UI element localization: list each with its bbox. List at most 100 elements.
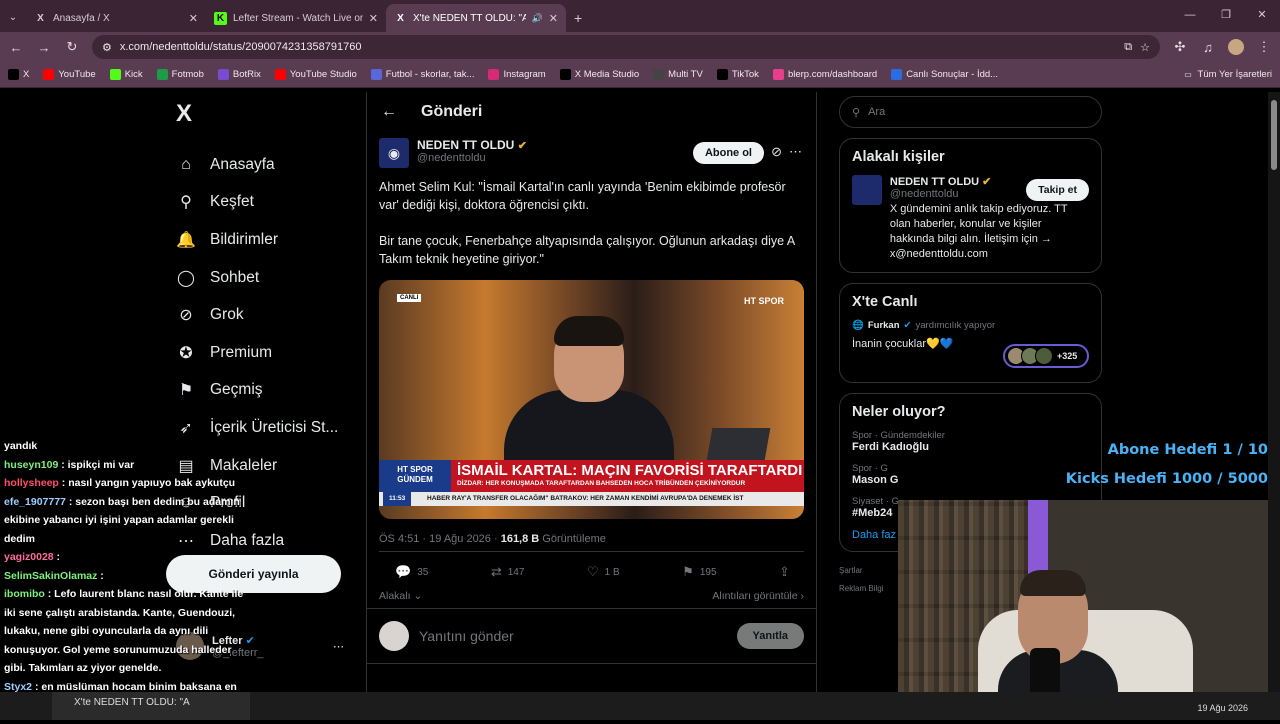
bookmark-item[interactable]: YouTube [43,69,96,80]
post-timestamp[interactable]: ÖS 4:51 · 19 Ağu 2026 · [379,533,501,545]
bookmark-item[interactable]: TikTok [716,69,759,80]
search-input[interactable]: ⚲ Ara [839,96,1102,128]
reply-button[interactable]: Yanıtla [736,623,804,649]
author-avatar[interactable]: ◉ [379,138,409,168]
kicks-goal: Kicks Hedefi 1000 / 5000 [1065,471,1268,487]
taskbar-window[interactable]: X'te NEDEN TT OLDU: "A [52,692,250,720]
chevron-down-icon: ⌄ [413,590,423,602]
bookmark-item[interactable]: Multi TV [653,69,703,80]
post-video[interactable]: CANLI HT SPOR HT SPOR GÜNDEM İSMAİL KART… [379,280,804,519]
share-action[interactable]: ⇪ [779,564,790,580]
bookmark-item[interactable]: Fotmob [156,69,204,80]
bookmark-item[interactable]: Instagram [488,69,546,80]
bookmark-item[interactable]: Canlı Sonuçlar - İdd... [891,69,998,80]
reply-input[interactable]: Yanıtını gönder [419,628,727,644]
minimize-icon[interactable]: — [1172,0,1208,32]
tab-list-dropdown[interactable]: ⌄ [0,4,26,32]
site-info-icon[interactable]: ⚙ [102,41,112,54]
trend-item[interactable]: Spor · Gündemdekiler Ferdi Kadıoğlu [852,430,1089,453]
browser-toolbar: ← → ↻ ⚙ x.com/nedenttoldu/status/2090074… [0,32,1280,62]
reply-action[interactable]: 💬 35 [395,564,428,580]
sidebar-item[interactable]: ⊘ Grok [170,296,360,334]
repost-icon: ⇄ [490,564,502,579]
user-avatar [379,621,409,651]
bookmark-item[interactable]: Kick [109,69,143,80]
extensions-icon[interactable]: ✣ [1172,39,1188,55]
sidebar-item-label: Premium [210,343,273,361]
post-actions: 💬 35 ⇄ 147 ♡ 1 B ⚑ 195 ⇪ [379,551,804,584]
install-icon[interactable]: ⧉ [1124,41,1132,54]
heart-icon: ♡ [586,564,599,579]
bookmark-action[interactable]: ⚑ 195 [682,564,716,580]
listener-avatar [1035,347,1053,365]
globe-icon: 🌐 [852,320,864,331]
bookmark-count: 195 [699,566,717,578]
sidebar-item[interactable]: ◯ Sohbet [170,259,360,297]
chat-text: : [97,569,104,582]
view-count: 161,8 B [500,533,540,545]
subscribe-button[interactable]: Abone ol [692,142,764,164]
scrollbar-thumb[interactable] [1271,100,1277,170]
author-handle[interactable]: @nedenttoldu [417,152,527,164]
reply-icon: 💬 [395,564,412,579]
sidebar-item[interactable]: ✪ Premium [170,334,360,372]
tab-close-icon[interactable]: ✕ [549,12,558,25]
person-name: NEDEN TT OLDU [889,176,980,188]
account-more-icon[interactable]: ⋯ [333,640,344,653]
tab-close-icon[interactable]: ✕ [369,12,378,25]
star-icon[interactable]: ☆ [1140,41,1150,54]
tab-close-icon[interactable]: ✕ [189,12,198,25]
grok-icon[interactable]: ⊘ [771,144,782,160]
bookmark-favicon-icon [43,69,55,80]
relevant-person[interactable]: NEDEN TT OLDU ✔ @nedenttoldu X gündemini… [852,175,1089,262]
bookmark-item[interactable]: X Media Studio [559,69,639,80]
author-name[interactable]: NEDEN TT OLDU [417,138,514,152]
close-window-icon[interactable]: ✕ [1244,0,1280,32]
chat-username: yagiz0028 [4,551,54,563]
view-quotes-label: Alıntıları görüntüle [712,590,798,602]
bookmark-item[interactable]: Futbol - skorlar, tak... [370,69,474,80]
sidebar-item[interactable]: 🔔 Bildirimler [170,221,360,259]
person-avatar[interactable] [852,175,882,205]
sort-dropdown[interactable]: Alakalı ⌄ [379,590,422,602]
menu-icon[interactable]: ⋮ [1256,39,1272,55]
tab-title: X'te NEDEN TT OLDU: "Ahı [413,12,526,24]
bookmark-item[interactable]: BotRix [217,69,261,80]
new-tab-button[interactable]: + [574,4,582,32]
bookmark-favicon-icon [274,69,286,80]
repost-action[interactable]: ⇄ 147 [491,564,525,580]
tab-home[interactable]: X Anasayfa / X ✕ [26,4,206,32]
bookmark-item[interactable]: blerp.com/dashboard [772,69,877,80]
like-action[interactable]: ♡ 1 B [587,564,620,580]
reload-icon[interactable]: ↻ [64,39,80,55]
view-quotes-link[interactable]: Alıntıları görüntüle › [712,590,804,602]
profile-avatar[interactable] [1228,39,1244,55]
sidebar-item[interactable]: ⚑ Geçmiş [170,372,360,410]
bookmark-label: YouTube Studio [289,69,357,80]
live-listeners[interactable]: +325 [1003,344,1089,368]
bookmark-favicon-icon [370,69,382,80]
page-scrollbar[interactable] [1268,92,1280,692]
address-bar[interactable]: ⚙ x.com/nedenttoldu/status/2090074231358… [92,35,1160,59]
forward-icon[interactable]: → [36,40,52,55]
back-icon[interactable]: ← [8,40,24,55]
tab-current-post[interactable]: X X'te NEDEN TT OLDU: "Ahı 🔊 ✕ [386,4,566,32]
restore-icon[interactable]: ❐ [1208,0,1244,32]
subscriber-goal: Abone Hedefi 1 / 10 [1107,442,1268,458]
sidebar-item[interactable]: ⌂ Anasayfa [170,146,360,184]
all-bookmarks[interactable]: ▭ Tüm Yer İşaretleri [1183,69,1272,80]
sidebar-item[interactable]: ⚲ Keşfet [170,184,360,222]
tab-kick[interactable]: K Lefter Stream - Watch Live on K ✕ [206,4,386,32]
more-options-icon[interactable]: ⋯ [789,144,802,160]
bookmark-item[interactable]: YouTube Studio [274,69,357,80]
media-control-icon[interactable]: ♫ [1200,40,1216,55]
live-host[interactable]: 🌐 Furkan ✔ yardımcılık yapıyor [852,320,1089,331]
follow-button[interactable]: Takip et [1026,179,1089,201]
bookmark-item[interactable]: X [8,69,29,80]
back-arrow-icon[interactable]: ← [381,103,397,121]
person-bio: X gündemini anlık takip ediyoruz. TT ola… [889,203,1068,260]
share-icon: ⇪ [779,564,790,579]
x-logo-icon[interactable]: X [176,100,360,128]
trend-item[interactable]: Spor · G Mason G [852,463,1089,486]
audio-icon[interactable]: 🔊 [532,13,543,24]
